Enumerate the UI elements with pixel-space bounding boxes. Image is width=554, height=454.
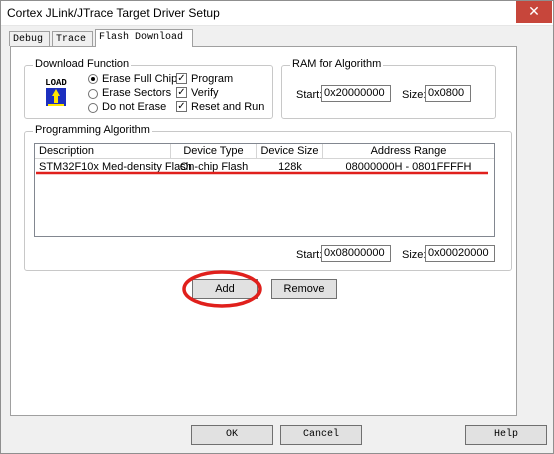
- ok-button[interactable]: OK: [191, 425, 273, 445]
- red-annotation-overlay: [36, 171, 488, 308]
- help-button[interactable]: Help: [465, 425, 547, 445]
- circle-annotation: [182, 270, 262, 308]
- cancel-button[interactable]: Cancel: [280, 425, 362, 445]
- tab-flash-download[interactable]: Flash Download: [95, 29, 193, 47]
- dialog-window: Cortex JLink/JTrace Target Driver Setup …: [0, 0, 554, 454]
